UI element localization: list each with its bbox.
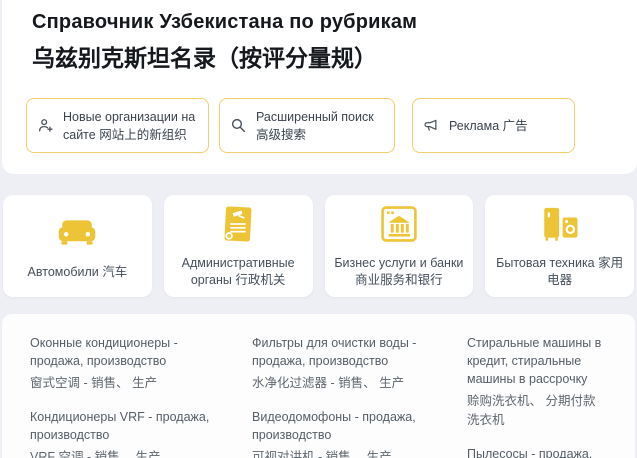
new-organizations-icon: [37, 117, 54, 134]
category-card-label: Бизнес услуги и банки 商业服务和银行: [333, 255, 466, 289]
rubric-link-zh[interactable]: 可视对讲机 - 销售、 生产: [252, 448, 439, 458]
rubric-link-ru[interactable]: Видеодомофоны - продажа, производство: [252, 408, 439, 444]
rubrics-grid: Оконные кондиционеры - продажа, производ…: [30, 334, 607, 458]
rubric-link-zh[interactable]: 水净化过滤器 - 销售、 生产: [252, 374, 439, 393]
category-card-business-banks[interactable]: Бизнес услуги и банки 商业服务和银行: [325, 195, 474, 297]
rubric-item: Видеодомофоны - продажа, производство 可视…: [252, 408, 439, 458]
car-icon: [57, 212, 97, 254]
rubric-item: Фильтры для очистки воды - продажа, прои…: [252, 334, 439, 393]
rubric-link-zh[interactable]: 赊购洗衣机、 分期付款洗衣机: [467, 392, 607, 430]
rubric-item: Стиральные машины в кредит, стиральные м…: [467, 334, 607, 430]
rubric-item: Пылесосы - продажа, производство 真空吸尘器 -…: [467, 445, 607, 458]
advanced-search-label: Расширенный поиск 高级搜索: [256, 108, 384, 144]
megaphone-icon: [423, 117, 440, 134]
rubric-item: Оконные кондиционеры - продажа, производ…: [30, 334, 224, 393]
category-card-label: Бытовая техника 家用电器: [493, 255, 626, 289]
category-card-label: Автомобили 汽车: [28, 264, 128, 281]
category-card-label: Административные органы 行政机关: [172, 255, 305, 289]
administrative-document-icon: [221, 203, 255, 245]
page-title-zh: 乌兹别克斯坦名录（按评分量规）: [32, 43, 613, 73]
advertising-button[interactable]: Реклама 广告: [412, 98, 575, 153]
new-organizations-button[interactable]: Новые организации на сайте 网站上的新组织: [26, 98, 209, 153]
header-panel: Справочник Узбекистана по рубрикам 乌兹别克斯…: [2, 0, 637, 174]
category-cards-row: Автомобили 汽车 Административные органы 行政…: [3, 195, 634, 297]
rubric-item: Кондиционеры VRF - продажа, производство…: [30, 408, 224, 458]
quick-links-row: Новые организации на сайте 网站上的新组织 Расши…: [26, 98, 613, 153]
rubrics-column-2: Фильтры для очистки воды - продажа, прои…: [252, 334, 439, 458]
rubrics-column-1: Оконные кондиционеры - продажа, производ…: [30, 334, 224, 458]
rubric-link-ru[interactable]: Стиральные машины в кредит, стиральные м…: [467, 334, 607, 388]
rubric-link-ru[interactable]: Кондиционеры VRF - продажа, производство: [30, 408, 224, 444]
page-title-ru: Справочник Узбекистана по рубрикам: [32, 9, 613, 36]
bank-window-icon: [380, 203, 418, 245]
rubric-link-zh[interactable]: 窗式空调 - 销售、 生产: [30, 374, 224, 393]
rubric-link-ru[interactable]: Фильтры для очистки воды - продажа, прои…: [252, 334, 439, 370]
category-card-automobiles[interactable]: Автомобили 汽车: [3, 195, 152, 297]
appliances-icon: [539, 203, 581, 245]
category-card-administrative[interactable]: Административные органы 行政机关: [164, 195, 313, 297]
advertising-label: Реклама 广告: [449, 117, 528, 135]
new-organizations-label: Новые организации на сайте 网站上的新组织: [63, 108, 198, 144]
rubrics-column-3: Стиральные машины в кредит, стиральные м…: [467, 334, 607, 458]
rubric-link-ru[interactable]: Оконные кондиционеры - продажа, производ…: [30, 334, 224, 370]
rubric-link-zh[interactable]: VRF 空调 - 销售、 生产: [30, 448, 224, 458]
rubric-link-ru[interactable]: Пылесосы - продажа, производство: [467, 445, 607, 458]
category-card-appliances[interactable]: Бытовая техника 家用电器: [485, 195, 634, 297]
search-icon: [230, 117, 247, 134]
rubrics-panel: Оконные кондиционеры - продажа, производ…: [2, 314, 635, 458]
advanced-search-button[interactable]: Расширенный поиск 高级搜索: [219, 98, 395, 153]
